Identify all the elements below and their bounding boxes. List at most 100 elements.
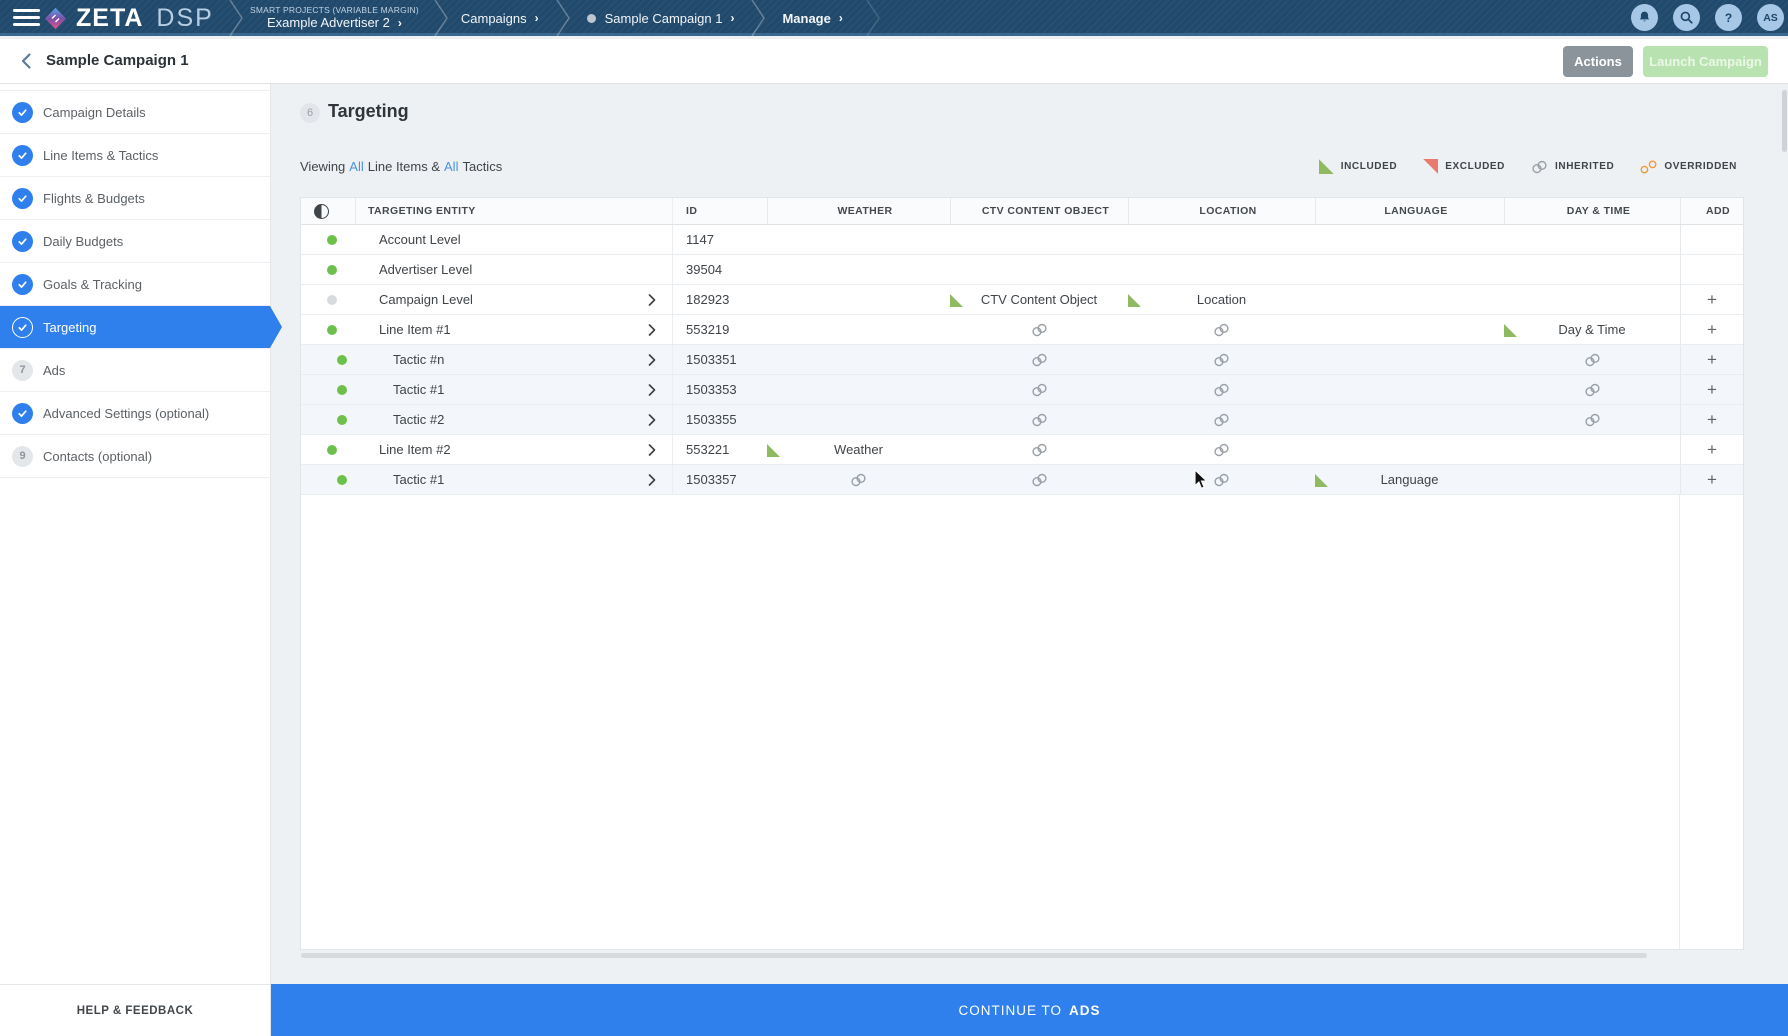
column-header-WEATHER: WEATHER (767, 198, 950, 224)
notifications-button[interactable] (1631, 4, 1658, 31)
status-dot-icon (327, 235, 337, 245)
row-status-cell (301, 315, 355, 344)
sidebar-item-contacts-optional[interactable]: 9Contacts (optional) (0, 435, 270, 478)
entity-label: Line Item #1 (379, 322, 451, 337)
breadcrumb-campaigns[interactable]: Campaigns› (461, 11, 539, 26)
table-row[interactable]: Advertiser Level39504 (301, 255, 1743, 285)
legend-label: OVERRIDDEN (1664, 161, 1737, 172)
menu-icon[interactable] (13, 9, 40, 27)
row-status-cell (301, 225, 355, 254)
breadcrumb-manage[interactable]: Manage› (782, 11, 842, 26)
launch-campaign-button[interactable]: Launch Campaign (1643, 46, 1768, 77)
expand-chevron-icon[interactable] (648, 294, 656, 306)
continue-to-ads-button[interactable]: CONTINUE TO ADS (271, 984, 1788, 1036)
add-targeting-button[interactable]: + (1707, 381, 1717, 398)
actions-button[interactable]: Actions (1563, 46, 1633, 77)
sidebar-item-campaign-details[interactable]: Campaign Details (0, 91, 270, 134)
add-targeting-button[interactable]: + (1707, 321, 1717, 338)
bell-icon (1637, 10, 1652, 25)
all-line-items-link[interactable]: All (349, 159, 363, 174)
check-icon (12, 231, 33, 252)
sidebar-item-daily-budgets[interactable]: Daily Budgets (0, 220, 270, 263)
vertical-scrollbar[interactable] (1782, 90, 1787, 152)
targeting-entity-cell: Line Item #1 (355, 315, 672, 344)
zeta-logo[interactable]: ZETA DSP (42, 4, 214, 33)
included-triangle-icon (950, 294, 963, 307)
table-row[interactable]: Account Level1147 (301, 225, 1743, 255)
table-row[interactable]: Campaign Level182923CTV Content ObjectLo… (301, 285, 1743, 315)
entity-label: Tactic #n (393, 352, 444, 367)
table-row[interactable]: Tactic #11503357Language+ (301, 465, 1743, 495)
add-targeting-button[interactable]: + (1707, 291, 1717, 308)
entity-label: Advertiser Level (379, 262, 472, 277)
add-targeting-button[interactable]: + (1707, 471, 1717, 488)
expand-chevron-icon[interactable] (648, 384, 656, 396)
expand-chevron-icon[interactable] (648, 354, 656, 366)
viewing-prefix: Viewing (300, 159, 345, 174)
weather-targeting-cell (767, 405, 950, 434)
table-row[interactable]: Line Item #2553221Weather+ (301, 435, 1743, 465)
breadcrumb-separator (750, 0, 766, 36)
expand-chevron-icon[interactable] (648, 474, 656, 486)
weather-targeting-cell (767, 375, 950, 404)
expand-chevron-icon[interactable] (648, 324, 656, 336)
add-targeting-cell: + (1680, 435, 1743, 464)
legend-label: INHERITED (1555, 161, 1614, 172)
expand-chevron-icon[interactable] (648, 414, 656, 426)
avatar[interactable]: AS (1757, 4, 1784, 31)
add-targeting-cell: + (1680, 345, 1743, 374)
all-tactics-link[interactable]: All (444, 159, 458, 174)
table-row[interactable]: Tactic #11503353+ (301, 375, 1743, 405)
ctv-targeting-cell (950, 315, 1128, 344)
search-button[interactable] (1673, 4, 1700, 31)
legend-excluded: EXCLUDED (1423, 159, 1505, 174)
chain-icon (1213, 383, 1230, 397)
location-targeting-cell (1128, 435, 1315, 464)
column-header-CTV CONTENT OBJECT: CTV CONTENT OBJECT (950, 198, 1128, 224)
step-number-icon: 7 (12, 360, 33, 381)
chain-icon (850, 473, 867, 487)
breadcrumb-advertiser[interactable]: SMART PROJECTS (VARIABLE MARGIN) Example… (250, 5, 419, 32)
sidebar-item-targeting[interactable]: Targeting (0, 306, 270, 349)
sidebar-item-flights-budgets[interactable]: Flights & Budgets (0, 177, 270, 220)
table-row[interactable]: Line Item #1553219Day & Time+ (301, 315, 1743, 345)
included-triangle-icon (1128, 294, 1141, 307)
entity-id-cell: 1503353 (672, 375, 767, 404)
add-targeting-button[interactable]: + (1707, 351, 1717, 368)
back-button[interactable] (18, 52, 36, 70)
search-icon (1679, 10, 1694, 25)
daytime-targeting-cell: Day & Time (1504, 315, 1680, 344)
legend-label: INCLUDED (1341, 161, 1397, 172)
help-feedback-button[interactable]: HELP & FEEDBACK (0, 984, 271, 1036)
daytime-targeting-cell (1504, 345, 1680, 374)
sidebar-item-advanced-settings-optional[interactable]: Advanced Settings (optional) (0, 392, 270, 435)
horizontal-scrollbar[interactable] (301, 953, 1647, 958)
help-button[interactable]: ? (1715, 4, 1742, 31)
language-targeting-cell (1315, 375, 1504, 404)
check-icon (12, 403, 33, 424)
add-targeting-cell: + (1680, 315, 1743, 344)
included-targeting-label: Day & Time (1558, 322, 1625, 337)
sidebar-item-goals-tracking[interactable]: Goals & Tracking (0, 263, 270, 306)
weather-targeting-cell: Weather (767, 435, 950, 464)
language-targeting-cell (1315, 315, 1504, 344)
sidebar-item-line-items-tactics[interactable]: Line Items & Tactics (0, 134, 270, 177)
contrast-toggle-icon[interactable] (314, 204, 329, 219)
add-targeting-button[interactable]: + (1707, 411, 1717, 428)
location-targeting-cell (1128, 405, 1315, 434)
column-header-ADD: ADD (1680, 198, 1743, 224)
table-row[interactable]: Tactic #n1503351+ (301, 345, 1743, 375)
add-targeting-button[interactable]: + (1707, 441, 1717, 458)
location-targeting-cell (1128, 315, 1315, 344)
daytime-targeting-cell (1504, 465, 1680, 494)
sidebar-item-ads[interactable]: 7Ads (0, 349, 270, 392)
table-row[interactable]: Tactic #21503355+ (301, 405, 1743, 435)
language-targeting-cell (1315, 435, 1504, 464)
viewing-filter-line: ViewingAllLine Items &AllTactics (300, 159, 506, 174)
breadcrumb-campaign[interactable]: Sample Campaign 1› (587, 11, 735, 26)
weather-targeting-cell (767, 465, 950, 494)
status-dot-icon (337, 385, 347, 395)
row-status-cell (301, 465, 355, 494)
ctv-targeting-cell (950, 465, 1128, 494)
expand-chevron-icon[interactable] (648, 444, 656, 456)
